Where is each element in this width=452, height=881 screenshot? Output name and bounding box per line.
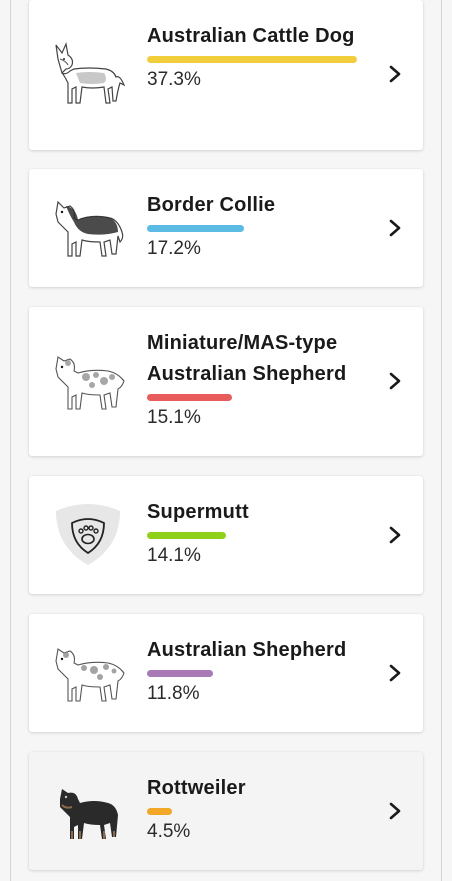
breed-card-australian-shepherd[interactable]: Australian Shepherd 11.8% — [29, 614, 423, 732]
percentage-bar-fill — [147, 670, 213, 677]
breed-info: Miniature/MAS-type Australian Shepherd 1… — [147, 328, 367, 432]
breed-info: Supermutt 14.1% — [147, 497, 367, 570]
percentage-bar-fill — [147, 532, 226, 539]
breed-info: Australian Cattle Dog 37.3% — [147, 21, 367, 94]
rottweiler-illustration — [43, 771, 133, 851]
aussie-illustration — [43, 633, 133, 713]
breed-name: Supermutt — [147, 501, 249, 523]
breed-card-miniature-mas-type-australian-shepherd[interactable]: Miniature/MAS-type Australian Shepherd 1… — [29, 307, 423, 456]
breed-name: Rottweiler — [147, 777, 246, 799]
frame-edge-left — [10, 0, 11, 881]
percentage-bar — [147, 532, 357, 539]
chevron-right-icon — [389, 802, 401, 820]
percentage-bar — [147, 670, 357, 677]
frame-edge-right — [441, 0, 442, 881]
breed-info: Border Collie 17.2% — [147, 190, 367, 263]
breed-info: Australian Shepherd 11.8% — [147, 635, 367, 708]
breed-percentage: 14.1% — [147, 545, 201, 566]
percentage-bar-fill — [147, 56, 357, 63]
breed-card-supermutt[interactable]: Supermutt 14.1% — [29, 476, 423, 594]
breed-info: Rottweiler 4.5% — [147, 773, 367, 846]
breed-percentage: 17.2% — [147, 238, 201, 259]
breed-name: Australian Shepherd — [147, 639, 347, 661]
breed-percentage: 11.8% — [147, 683, 200, 704]
percentage-bar — [147, 808, 357, 815]
breed-card-border-collie[interactable]: Border Collie 17.2% — [29, 169, 423, 287]
percentage-bar — [147, 225, 357, 232]
breed-card-rottweiler[interactable]: Rottweiler 4.5% — [29, 752, 423, 870]
cattle-dog-illustration — [43, 35, 133, 115]
breed-name: Australian Cattle Dog — [147, 25, 355, 47]
mini-aussie-illustration — [43, 341, 133, 421]
percentage-bar — [147, 394, 357, 401]
chevron-right-icon — [389, 219, 401, 237]
breed-name: Border Collie — [147, 194, 276, 216]
breed-name: Miniature/MAS-type Australian Shepherd — [147, 332, 347, 385]
breed-percentage: 4.5% — [147, 821, 191, 842]
chevron-right-icon — [389, 664, 401, 682]
chevron-right-icon — [389, 372, 401, 390]
percentage-bar-fill — [147, 808, 172, 815]
percentage-bar — [147, 56, 357, 63]
percentage-bar-fill — [147, 394, 232, 401]
chevron-right-icon — [389, 526, 401, 544]
chevron-right-icon — [389, 65, 401, 83]
breed-percentage: 37.3% — [147, 69, 201, 90]
border-collie-illustration — [43, 188, 133, 268]
breed-percentage: 15.1% — [147, 407, 201, 428]
breed-card-australian-cattle-dog[interactable]: Australian Cattle Dog 37.3% — [29, 0, 423, 150]
paw-shield-icon — [43, 495, 133, 575]
percentage-bar-fill — [147, 225, 244, 232]
